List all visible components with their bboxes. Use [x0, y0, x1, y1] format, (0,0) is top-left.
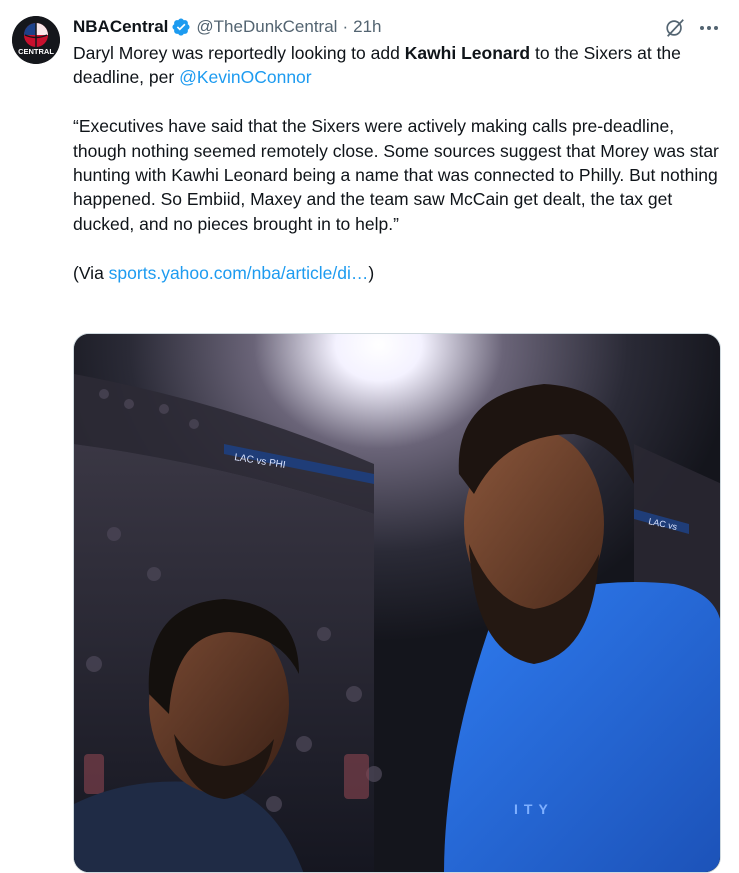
verified-badge-icon[interactable] [171, 17, 191, 37]
tweet-header: NBACentral @TheDunkCentral · 21h [73, 15, 382, 39]
mention-link[interactable]: @KevinOConnor [179, 67, 312, 87]
author-avatar[interactable]: CENTRAL [12, 16, 60, 64]
jersey-text: ITY [514, 801, 554, 817]
grok-icon[interactable] [664, 17, 686, 39]
tweet-intro: Daryl Morey was reportedly looking to ad… [73, 41, 721, 90]
tweet-via: (Via sports.yahoo.com/nba/article/di…) [73, 261, 721, 285]
author-handle[interactable]: @TheDunkCentral [196, 17, 337, 37]
via-pre: (Via [73, 262, 109, 283]
more-horizontal-icon[interactable] [697, 16, 721, 40]
via-post: ) [368, 262, 375, 283]
avatar-text: CENTRAL [18, 47, 54, 56]
tweet-quote: “Executives have said that the Sixers we… [73, 116, 719, 234]
tweet-photo[interactable]: LAC vs PHI LAC vs ITY [73, 333, 721, 873]
article-link[interactable]: sports.yahoo.com/nba/article/di… [109, 263, 369, 283]
tweet-text: Daryl Morey was reportedly looking to ad… [73, 41, 721, 285]
tweet-card[interactable]: CENTRAL NBACentral @TheDunkCentral · 21h… [0, 0, 739, 873]
separator-dot: · [342, 17, 349, 36]
display-name[interactable]: NBACentral [73, 17, 168, 37]
intro-text-pre: Daryl Morey was reportedly looking to ad… [73, 43, 405, 63]
intro-text-bold: Kawhi Leonard [404, 43, 531, 63]
tweet-timestamp[interactable]: 21h [353, 17, 381, 37]
